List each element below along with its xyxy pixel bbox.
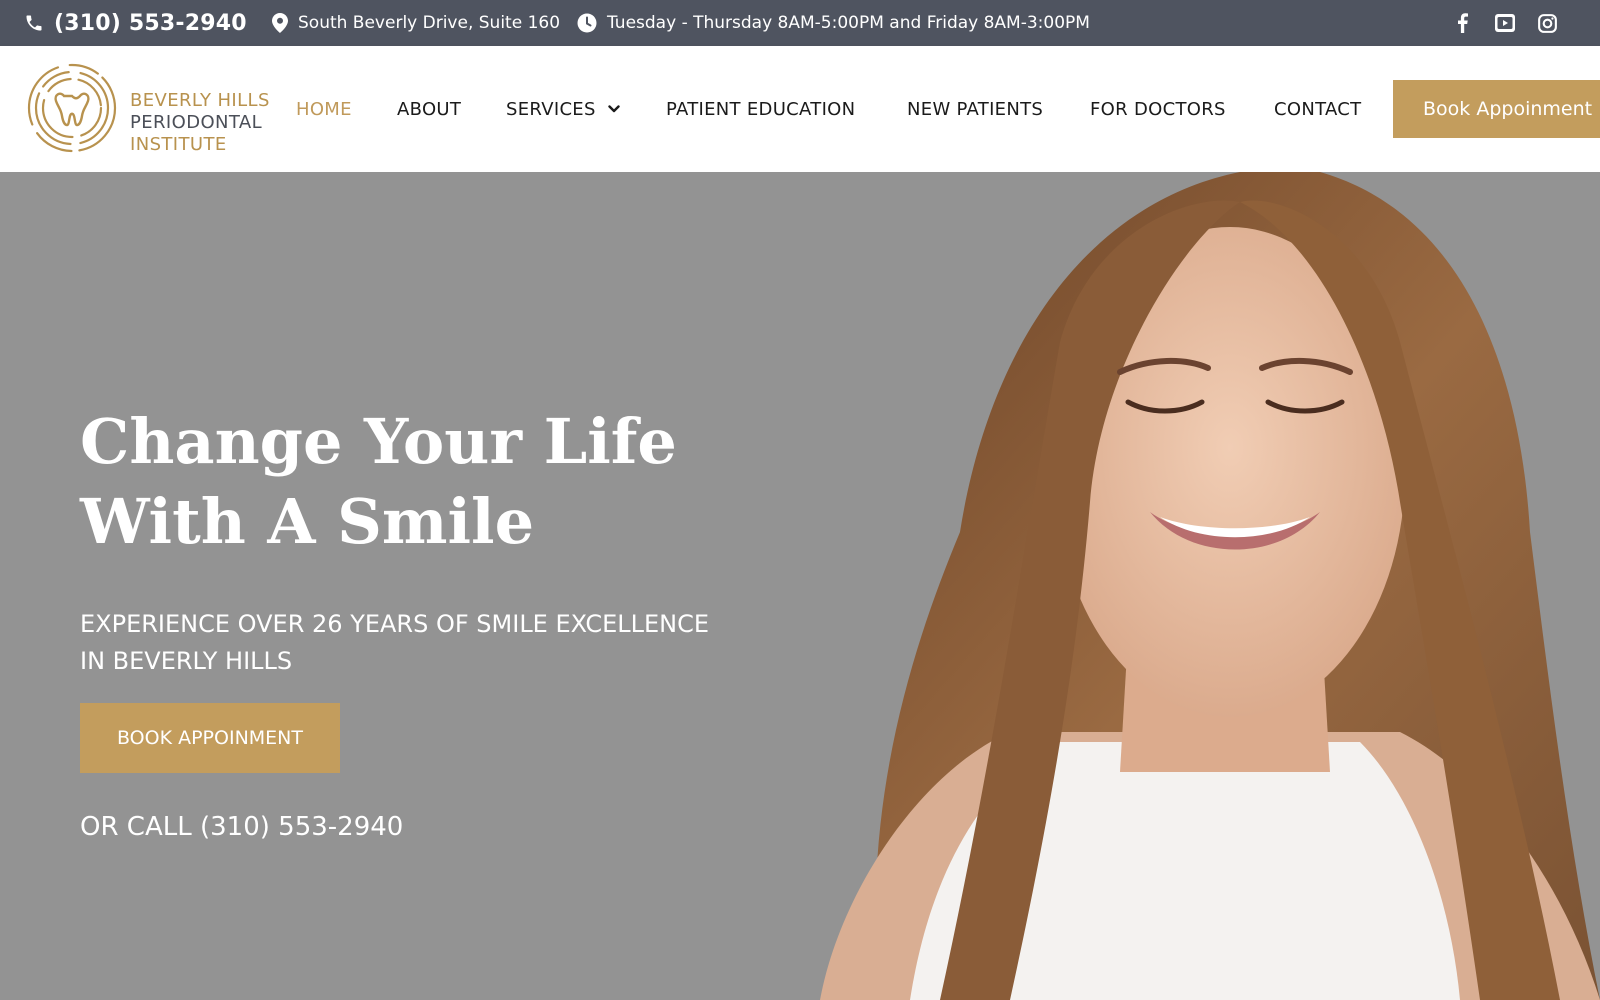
logo-line-3: INSTITUTE (130, 134, 227, 155)
tooth-logo-icon (27, 63, 117, 153)
topbar-hours-text: Tuesday - Thursday 8AM-5:00PM and Friday… (607, 13, 1090, 33)
phone-icon (26, 15, 42, 31)
facebook-link[interactable] (1447, 0, 1477, 46)
topbar-hours: Tuesday - Thursday 8AM-5:00PM and Friday… (577, 0, 1090, 46)
site-logo[interactable]: BEVERLY HILLS PERIODONTAL INSTITUTE (26, 62, 276, 156)
logo-line-2: PERIODONTAL (130, 112, 263, 133)
instagram-link[interactable] (1532, 0, 1562, 46)
nav-about[interactable]: ABOUT (397, 46, 461, 172)
youtube-icon (1495, 14, 1515, 32)
nav-new-patients[interactable]: NEW PATIENTS (907, 46, 1043, 172)
nav-contact[interactable]: CONTACT (1274, 46, 1361, 172)
youtube-link[interactable] (1490, 0, 1520, 46)
nav-home[interactable]: HOME (296, 46, 352, 172)
nav-patient-education[interactable]: PATIENT EDUCATION (666, 46, 855, 172)
logo-line-1: BEVERLY HILLS (130, 90, 270, 111)
topbar-address: South Beverly Drive, Suite 160 (272, 0, 560, 46)
instagram-icon (1537, 13, 1557, 33)
site-header: BEVERLY HILLS PERIODONTAL INSTITUTE HOME… (0, 46, 1600, 172)
hero-call-link[interactable]: OR CALL (310) 553-2940 (80, 812, 403, 842)
hero-subtitle-line-1: EXPERIENCE OVER 26 YEARS OF SMILE EXCELL… (80, 610, 710, 638)
book-appointment-header-button[interactable]: Book Appoinment (1393, 80, 1600, 138)
hero-section: Change Your Life With A Smile EXPERIENCE… (0, 172, 1600, 1000)
nav-services[interactable]: SERVICES (506, 46, 620, 172)
hero-subtitle: EXPERIENCE OVER 26 YEARS OF SMILE EXCELL… (80, 606, 760, 680)
nav-for-doctors[interactable]: FOR DOCTORS (1090, 46, 1226, 172)
topbar-address-text: South Beverly Drive, Suite 160 (298, 13, 561, 33)
smiling-woman-photo (820, 172, 1600, 1000)
top-info-bar: (310) 553-2940 South Beverly Drive, Suit… (0, 0, 1600, 46)
hero-subtitle-line-2: IN BEVERLY HILLS (80, 647, 293, 675)
map-pin-icon (272, 13, 288, 33)
book-appointment-hero-button[interactable]: BOOK APPOINMENT (80, 703, 340, 773)
topbar-phone-text: (310) 553-2940 (54, 10, 247, 36)
chevron-down-icon (608, 105, 620, 113)
hero-title: Change Your Life With A Smile (80, 402, 780, 562)
hero-title-line-1: Change Your Life (80, 405, 677, 478)
topbar-phone-link[interactable]: (310) 553-2940 (24, 0, 247, 46)
hero-title-line-2: With A Smile (80, 485, 535, 558)
logo-wordmark: BEVERLY HILLS PERIODONTAL INSTITUTE (130, 90, 270, 156)
facebook-icon (1457, 13, 1468, 33)
nav-services-label: SERVICES (506, 98, 596, 120)
clock-icon (577, 13, 597, 33)
